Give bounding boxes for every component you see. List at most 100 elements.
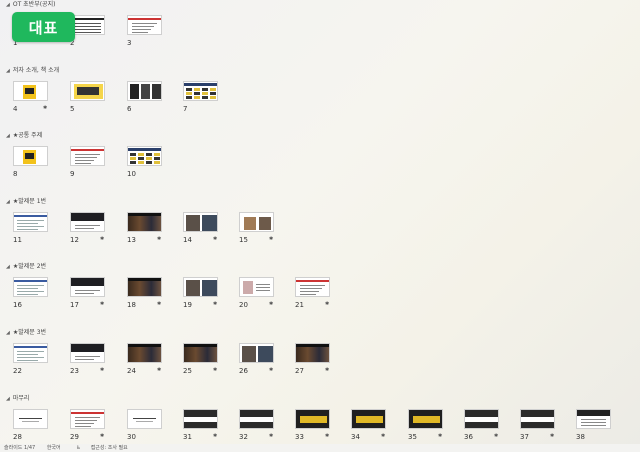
slide-thumbnail-31[interactable]: 31 ✱: [183, 409, 219, 443]
slide-thumbnail-25[interactable]: 25 ✱: [183, 343, 219, 377]
slide-number: 3: [127, 39, 132, 47]
slide-number: 12: [70, 236, 79, 244]
slide-preview[interactable]: [408, 409, 443, 429]
slide-preview[interactable]: [70, 81, 105, 101]
slide-thumbnail-8[interactable]: 8: [13, 146, 49, 180]
slide-thumbnail-4[interactable]: 4 ✱: [13, 81, 49, 115]
slide-preview[interactable]: [70, 277, 105, 297]
slide-thumbnail-9[interactable]: 9: [70, 146, 106, 180]
slide-thumbnail-29[interactable]: 29 ✱: [70, 409, 106, 443]
slide-count[interactable]: 슬라이드 1/47: [4, 445, 35, 451]
slide-thumbnail-19[interactable]: 19 ✱: [183, 277, 219, 311]
slide-preview[interactable]: [13, 409, 48, 429]
section-header[interactable]: ◢ ★발제문 3번: [6, 328, 46, 338]
slide-preview[interactable]: [183, 212, 218, 232]
accessibility-status[interactable]: ♿ 접근성: 조사 필요: [72, 445, 134, 451]
slide-preview[interactable]: [127, 343, 162, 363]
slide-thumbnail-6[interactable]: 6: [127, 81, 163, 115]
section-header[interactable]: ◢ 마무리: [6, 394, 29, 404]
slide-thumbnail-16[interactable]: 16: [13, 277, 49, 311]
slide-preview[interactable]: [70, 146, 105, 166]
slide-preview[interactable]: [239, 212, 274, 232]
slide-preview[interactable]: [127, 146, 162, 166]
slide-thumbnail-20[interactable]: 20 ✱: [239, 277, 275, 311]
slide-preview[interactable]: [13, 343, 48, 363]
language-indicator[interactable]: 한국어: [47, 445, 61, 451]
slide-thumbnail-21[interactable]: 21 ✱: [295, 277, 331, 311]
slide-thumbnail-27[interactable]: 27 ✱: [295, 343, 331, 377]
slide-thumbnail-12[interactable]: 12 ✱: [70, 212, 106, 246]
slide-preview[interactable]: [183, 409, 218, 429]
collapse-triangle-icon[interactable]: ◢: [6, 197, 10, 207]
slide-thumbnail-38[interactable]: 38: [576, 409, 612, 443]
slide-preview[interactable]: [127, 81, 162, 101]
slide-preview[interactable]: [295, 343, 330, 363]
slide-number: 38: [576, 433, 585, 441]
section-header[interactable]: ◢ ★발제문 1번: [6, 197, 46, 207]
animation-star-icon: ✱: [43, 105, 48, 111]
section-header[interactable]: ◢ OT 초반부(공지): [6, 0, 55, 10]
slide-thumbnail-11[interactable]: 11: [13, 212, 49, 246]
slide-preview[interactable]: [70, 343, 105, 363]
slide-preview[interactable]: [183, 343, 218, 363]
slide-preview[interactable]: [183, 277, 218, 297]
slide-thumbnail-15[interactable]: 15 ✱: [239, 212, 275, 246]
section-title: ★공통 주제: [12, 132, 43, 139]
section-header[interactable]: ◢ ★발제문 2번: [6, 262, 46, 272]
slide-thumbnail-5[interactable]: 5: [70, 81, 106, 115]
section-header[interactable]: ◢ ★공통 주제: [6, 131, 42, 141]
slide-preview[interactable]: [520, 409, 555, 429]
slide-preview[interactable]: [239, 343, 274, 363]
slide-preview[interactable]: [295, 277, 330, 297]
slide-thumbnail-3[interactable]: 3: [127, 15, 163, 49]
animation-star-icon: ✱: [269, 433, 274, 439]
collapse-triangle-icon[interactable]: ◢: [6, 66, 10, 76]
slide-thumbnail-18[interactable]: 18 ✱: [127, 277, 163, 311]
slide-thumbnail-23[interactable]: 23 ✱: [70, 343, 106, 377]
slide-preview[interactable]: [295, 409, 330, 429]
slide-preview[interactable]: [13, 146, 48, 166]
slide-thumbnail-28[interactable]: 28: [13, 409, 49, 443]
collapse-triangle-icon[interactable]: ◢: [6, 262, 10, 272]
slide-preview[interactable]: [13, 212, 48, 232]
slide-thumbnail-32[interactable]: 32 ✱: [239, 409, 275, 443]
slide-thumbnail-14[interactable]: 14 ✱: [183, 212, 219, 246]
slide-thumbnail-33[interactable]: 33 ✱: [295, 409, 331, 443]
slide-thumbnail-24[interactable]: 24 ✱: [127, 343, 163, 377]
slide-thumbnail-13[interactable]: 13 ✱: [127, 212, 163, 246]
slide-thumbnail-2[interactable]: 2: [70, 15, 106, 49]
slide-thumbnail-30[interactable]: 30: [127, 409, 163, 443]
slide-preview[interactable]: [13, 81, 48, 101]
slide-preview[interactable]: [576, 409, 611, 429]
slide-thumbnail-34[interactable]: 34 ✱: [351, 409, 387, 443]
slide-preview[interactable]: [127, 15, 162, 35]
slide-thumbnail-35[interactable]: 35 ✱: [408, 409, 444, 443]
slide-preview[interactable]: [239, 409, 274, 429]
slide-number: 9: [70, 170, 75, 178]
slide-thumbnail-22[interactable]: 22: [13, 343, 49, 377]
slide-number: 14: [183, 236, 192, 244]
slide-preview[interactable]: [239, 277, 274, 297]
slide-preview[interactable]: [70, 15, 105, 35]
slide-preview[interactable]: [127, 212, 162, 232]
slide-thumbnail-7[interactable]: 7: [183, 81, 219, 115]
slide-preview[interactable]: [127, 277, 162, 297]
collapse-triangle-icon[interactable]: ◢: [6, 131, 10, 141]
section-header[interactable]: ◢ 저자 소개, 책 소개: [6, 66, 59, 76]
collapse-triangle-icon[interactable]: ◢: [6, 328, 10, 338]
slide-thumbnail-10[interactable]: 10: [127, 146, 163, 180]
collapse-triangle-icon[interactable]: ◢: [6, 394, 10, 404]
slide-preview[interactable]: [13, 277, 48, 297]
slide-preview[interactable]: [351, 409, 386, 429]
slide-preview[interactable]: [127, 409, 162, 429]
slide-thumbnail-37[interactable]: 37 ✱: [520, 409, 556, 443]
slide-number: 16: [13, 301, 22, 309]
slide-preview[interactable]: [70, 409, 105, 429]
slide-thumbnail-17[interactable]: 17 ✱: [70, 277, 106, 311]
slide-preview[interactable]: [464, 409, 499, 429]
slide-preview[interactable]: [70, 212, 105, 232]
slide-thumbnail-26[interactable]: 26 ✱: [239, 343, 275, 377]
slide-preview[interactable]: [183, 81, 218, 101]
collapse-triangle-icon[interactable]: ◢: [6, 0, 10, 10]
slide-thumbnail-36[interactable]: 36 ✱: [464, 409, 500, 443]
